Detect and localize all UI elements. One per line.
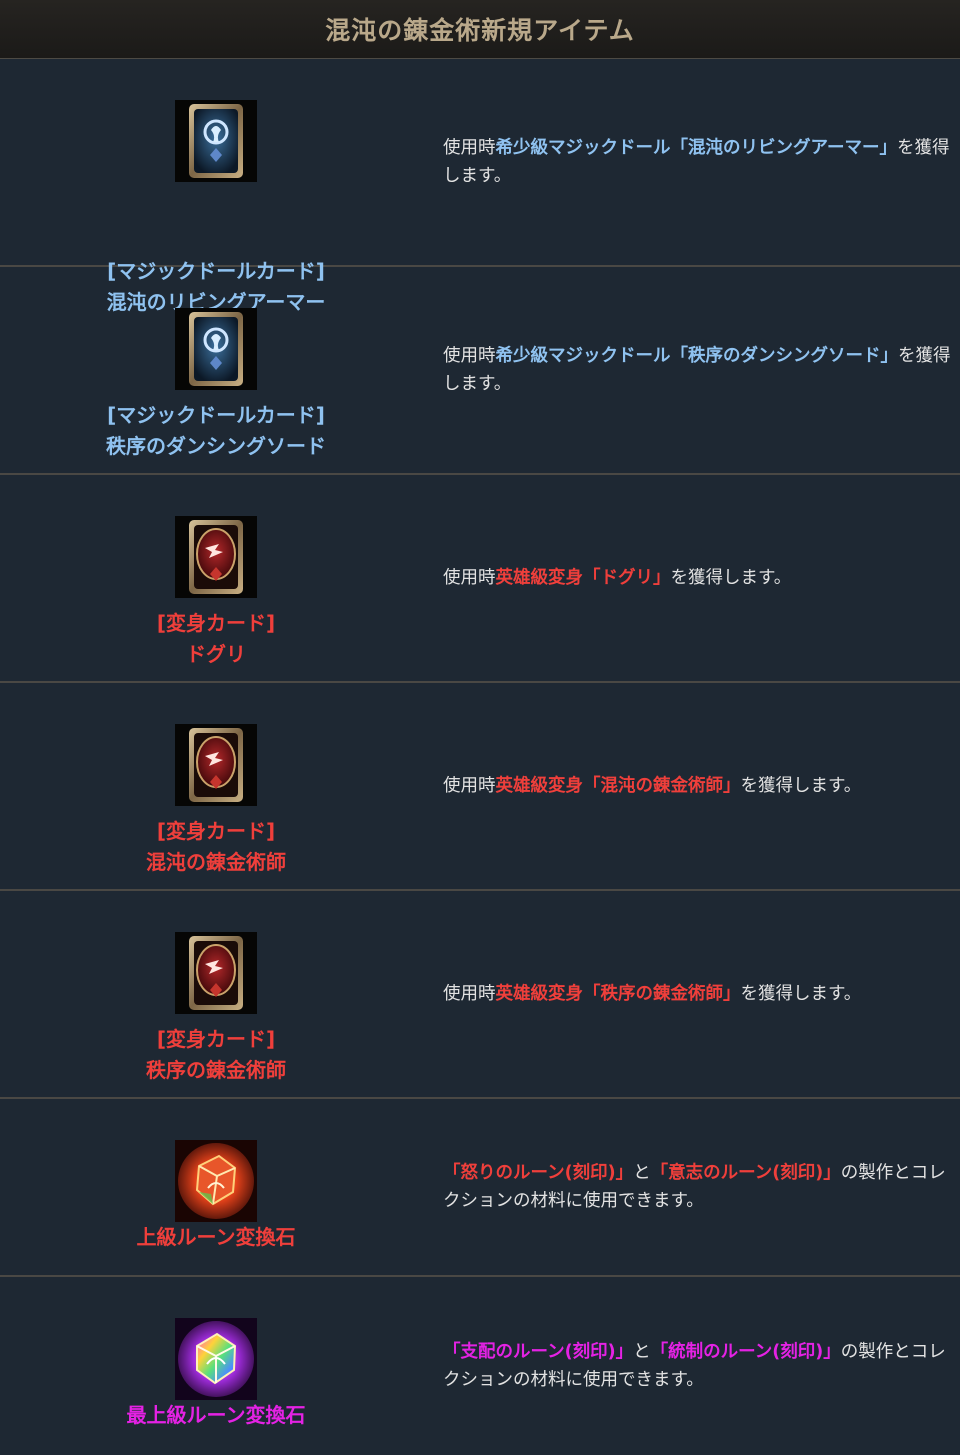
item-name-line1: 上級ルーン変換石 xyxy=(136,1225,296,1249)
page-title: 混沌の錬金術新規アイテム xyxy=(325,16,635,45)
item-left-cell: 上級ルーン変換石 xyxy=(0,1099,432,1275)
item-name: [変身カード] 混沌の錬金術師 xyxy=(0,816,432,878)
item-description: 使用時希少級マジックドール「秩序のダンシングソード」を獲得します。 xyxy=(443,342,952,398)
desc-highlight: 英雄級変身「秩序の錬金術師」 xyxy=(495,984,741,1004)
item-left-cell: [変身カード] 秩序の錬金術師 xyxy=(0,891,432,1097)
item-left-cell: [マジックドールカード] 秩序のダンシングソード xyxy=(0,267,432,473)
desc-highlight: 「支配のルーン(刻印)」 xyxy=(443,1342,634,1362)
item-name-line1: 最上級ルーン変換石 xyxy=(126,1403,306,1427)
item-description-cell: 使用時希少級マジックドール「混沌のリビングアーマー」を獲得します。 xyxy=(443,59,952,265)
desc-highlight: 希少級マジックドール「混沌のリビングアーマー」 xyxy=(495,138,897,158)
item-description: 使用時希少級マジックドール「混沌のリビングアーマー」を獲得します。 xyxy=(443,134,952,190)
item-description-cell: 使用時希少級マジックドール「秩序のダンシングソード」を獲得します。 xyxy=(443,267,952,473)
item-left-cell: [変身カード] 混沌の錬金術師 xyxy=(0,683,432,889)
desc-text: と xyxy=(633,1342,651,1362)
transform-card-icon xyxy=(175,724,257,806)
page-title-bar: 混沌の錬金術新規アイテム xyxy=(0,0,960,59)
item-name-line2: 秩序のダンシングソード xyxy=(106,434,326,458)
item-description-cell: 使用時英雄級変身「秩序の錬金術師」を獲得します。 xyxy=(443,891,952,1097)
page: 混沌の錬金術新規アイテム [マジックドールカード] 混沌のリビングアーマー 使用… xyxy=(0,0,960,1453)
desc-highlight: 希少級マジックドール「秩序のダンシングソード」 xyxy=(495,346,899,366)
item-left-cell: [マジックドールカード] 混沌のリビングアーマー xyxy=(0,59,432,314)
desc-highlight: 「統制のルーン(刻印)」 xyxy=(650,1342,841,1362)
item-description: 使用時英雄級変身「ドグリ」を獲得します。 xyxy=(443,564,791,592)
item-left-cell: 最上級ルーン変換石 xyxy=(0,1277,432,1455)
item-name-line2: 混沌の錬金術師 xyxy=(146,850,286,874)
desc-text: と xyxy=(633,1163,651,1183)
transform-card-icon xyxy=(175,516,257,598)
desc-text: 使用時 xyxy=(443,776,496,796)
item-row: [変身カード] ドグリ 使用時英雄級変身「ドグリ」を獲得します。 xyxy=(0,475,960,683)
desc-text: 使用時 xyxy=(443,984,496,1004)
supreme-rune-conversion-stone-icon xyxy=(175,1318,257,1400)
desc-text: を獲得します。 xyxy=(670,568,792,588)
desc-highlight: 「意志のルーン(刻印)」 xyxy=(650,1163,841,1183)
desc-text: 使用時 xyxy=(443,346,496,366)
transform-card-icon xyxy=(175,932,257,1014)
item-name: [変身カード] 秩序の錬金術師 xyxy=(0,1024,432,1086)
item-name-line2: 秩序の錬金術師 xyxy=(146,1058,286,1082)
desc-text: を獲得します。 xyxy=(740,984,862,1004)
item-description-cell: 使用時英雄級変身「混沌の錬金術師」を獲得します。 xyxy=(443,683,952,889)
item-description: 使用時英雄級変身「秩序の錬金術師」を獲得します。 xyxy=(443,980,861,1008)
item-row: [変身カード] 秩序の錬金術師 使用時英雄級変身「秩序の錬金術師」を獲得します。 xyxy=(0,891,960,1099)
item-name-line1: [変身カード] xyxy=(156,1027,276,1051)
item-name-line2: ドグリ xyxy=(186,642,246,666)
desc-text: 使用時 xyxy=(443,138,496,158)
item-name: 最上級ルーン変換石 xyxy=(0,1400,432,1431)
item-row: [マジックドールカード] 秩序のダンシングソード 使用時希少級マジックドール「秩… xyxy=(0,267,960,475)
item-row: [マジックドールカード] 混沌のリビングアーマー 使用時希少級マジックドール「混… xyxy=(0,59,960,314)
item-description: 「怒りのルーン(刻印)」と「意志のルーン(刻印)」の製作とコレクションの材料に使… xyxy=(443,1159,952,1215)
desc-highlight: 英雄級変身「混沌の錬金術師」 xyxy=(495,776,741,796)
item-row: 最上級ルーン変換石 「支配のルーン(刻印)」と「統制のルーン(刻印)」の製作とコ… xyxy=(0,1277,960,1455)
item-description: 「支配のルーン(刻印)」と「統制のルーン(刻印)」の製作とコレクションの材料に使… xyxy=(443,1338,952,1394)
item-description: 使用時英雄級変身「混沌の錬金術師」を獲得します。 xyxy=(443,772,861,800)
desc-highlight: 英雄級変身「ドグリ」 xyxy=(495,568,671,588)
rune-conversion-stone-icon xyxy=(175,1140,257,1222)
item-left-cell: [変身カード] ドグリ xyxy=(0,475,432,681)
item-row: [変身カード] 混沌の錬金術師 使用時英雄級変身「混沌の錬金術師」を獲得します。 xyxy=(0,683,960,891)
magic-doll-card-icon xyxy=(175,308,257,390)
item-name: 上級ルーン変換石 xyxy=(0,1222,432,1253)
desc-text: を獲得します。 xyxy=(740,776,862,796)
item-name-line1: [変身カード] xyxy=(156,819,276,843)
item-name: [マジックドールカード] 秩序のダンシングソード xyxy=(0,400,432,462)
item-name-line1: [変身カード] xyxy=(156,611,276,635)
desc-text: 使用時 xyxy=(443,568,496,588)
item-name: [変身カード] ドグリ xyxy=(0,608,432,670)
magic-doll-card-icon xyxy=(175,100,257,182)
item-description-cell: 「怒りのルーン(刻印)」と「意志のルーン(刻印)」の製作とコレクションの材料に使… xyxy=(443,1099,952,1275)
item-description-cell: 使用時英雄級変身「ドグリ」を獲得します。 xyxy=(443,475,952,681)
desc-highlight: 「怒りのルーン(刻印)」 xyxy=(443,1163,634,1183)
item-row: 上級ルーン変換石 「怒りのルーン(刻印)」と「意志のルーン(刻印)」の製作とコレ… xyxy=(0,1099,960,1277)
item-description-cell: 「支配のルーン(刻印)」と「統制のルーン(刻印)」の製作とコレクションの材料に使… xyxy=(443,1277,952,1455)
item-name-line1: [マジックドールカード] xyxy=(107,403,325,427)
